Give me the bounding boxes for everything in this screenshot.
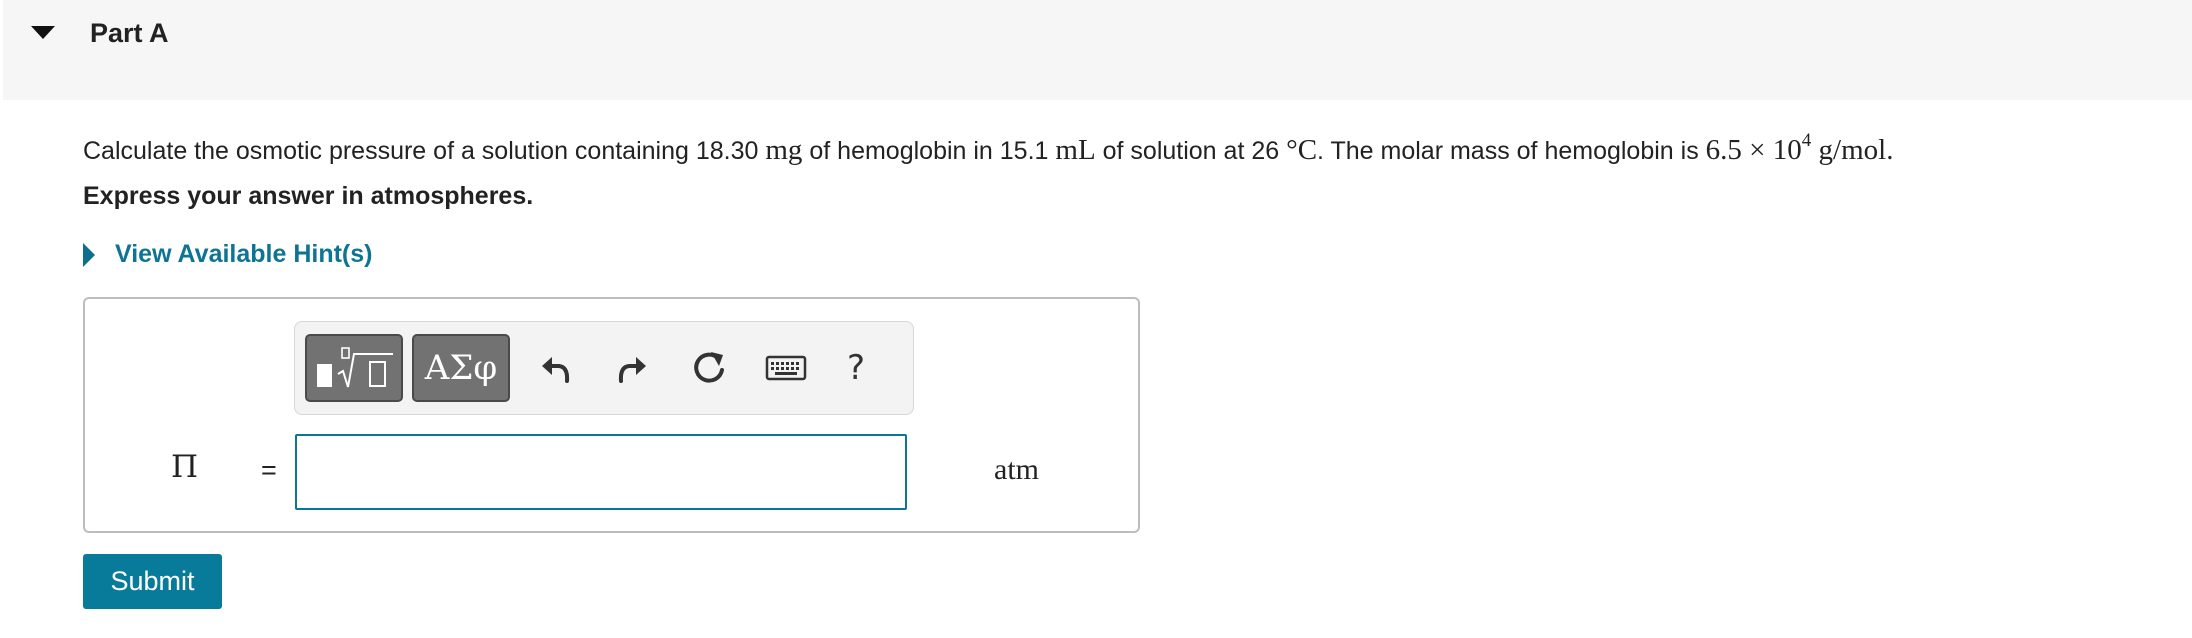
keyboard-icon [765, 355, 807, 381]
volume-unit: mL [1055, 134, 1096, 166]
molar-mass-coefficient: 6.5 × 10 [1705, 134, 1802, 166]
molar-mass-unit: g/mol [1818, 134, 1887, 166]
answer-instruction: Express your answer in atmospheres. [83, 182, 534, 210]
molar-mass-exponent: 4 [1801, 130, 1812, 151]
undo-button[interactable] [532, 344, 580, 392]
question-mid3: . The molar mass of hemoglobin is [1317, 137, 1699, 165]
caret-down-icon[interactable] [31, 26, 55, 39]
answer-variable: Π [171, 449, 199, 485]
help-button[interactable]: ? [832, 344, 880, 392]
redo-icon [618, 357, 646, 383]
submit-button[interactable]: Submit [83, 554, 222, 609]
temperature-unit: °C [1286, 134, 1318, 166]
view-hints-label[interactable]: View Available Hint(s) [115, 240, 372, 269]
answer-input[interactable] [295, 434, 907, 510]
question-text: Calculate the osmotic pressure of a solu… [83, 124, 1893, 168]
mass-unit: mg [765, 134, 803, 166]
question-prefix: Calculate the osmotic pressure of a solu… [83, 137, 759, 165]
caret-right-icon [83, 242, 95, 267]
reset-icon [694, 352, 724, 383]
greek-symbols-button[interactable]: ΑΣφ [412, 334, 510, 402]
molar-mass-value: 6.5 × 104 g/mol. [1705, 130, 1894, 166]
equals-sign: = [261, 455, 277, 485]
keyboard-button[interactable] [760, 344, 812, 392]
answer-panel: ΑΣφ ? Π = atm [83, 297, 1140, 533]
question-mid1: of hemoglobin in 15.1 [809, 137, 1049, 165]
reset-button[interactable] [686, 344, 734, 392]
redo-button[interactable] [608, 344, 656, 392]
question-suffix: . [1886, 134, 1894, 166]
templates-sqrt-icon [317, 347, 393, 388]
question-mid2: of solution at 26 [1102, 137, 1280, 165]
undo-icon [542, 357, 570, 383]
part-title: Part A [90, 18, 169, 48]
answer-unit: atm [994, 453, 1039, 486]
math-toolbar: ΑΣφ ? [294, 321, 914, 415]
part-header[interactable]: Part A [3, 0, 2192, 100]
view-hints-link[interactable]: View Available Hint(s) [83, 240, 372, 269]
templates-button[interactable] [305, 334, 403, 402]
